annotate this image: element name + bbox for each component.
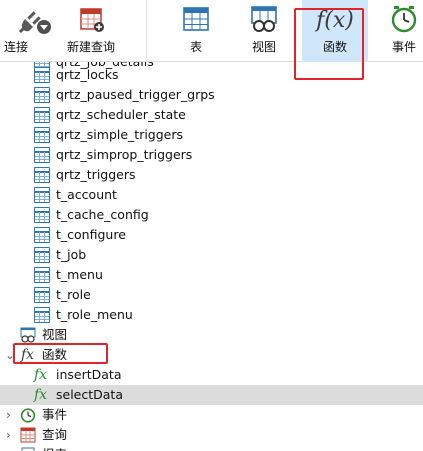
view-icon — [249, 4, 279, 37]
tree-table-item[interactable]: t_role — [0, 285, 423, 305]
connect-label: 连接 — [3, 40, 28, 54]
tree-group-functions[interactable]: ⌄ fx 函数 — [0, 345, 423, 365]
table-icon — [34, 127, 50, 143]
main-toolbar: 连接 新建查询 表 视图 f(x) 函数 事件 — [0, 0, 423, 62]
tree-group-label: 函数 — [42, 347, 68, 362]
tree-function-item[interactable]: fx selectData — [0, 385, 423, 405]
tree-item-label: qrtz_paused_trigger_grps — [56, 87, 215, 102]
tree-item-label: qrtz_simple_triggers — [56, 127, 184, 142]
tree-table-item[interactable]: t_menu — [0, 265, 423, 285]
view-label: 视图 — [251, 40, 276, 54]
tree-item-label: t_configure — [56, 227, 126, 242]
view-button[interactable]: 视图 — [234, 0, 294, 62]
tree-group-label: 视图 — [42, 327, 68, 342]
table-icon — [34, 307, 50, 323]
tree-function-item[interactable]: fx insertData — [0, 365, 423, 385]
function-button[interactable]: f(x) 函数 — [302, 0, 368, 62]
table-icon — [181, 4, 211, 37]
tree-item-label: qrtz_triggers — [56, 167, 136, 182]
chevron-down-icon[interactable]: ⌄ — [5, 345, 15, 365]
table-icon — [34, 147, 50, 163]
event-label: 事件 — [391, 40, 416, 54]
tree-item-label: qrtz_simprop_triggers — [56, 147, 193, 162]
table-icon — [34, 207, 50, 223]
tree-item-label: t_role_menu — [56, 307, 133, 322]
tree-item-label: t_job — [56, 247, 87, 262]
tree-group-queries[interactable]: › 查询 — [0, 425, 423, 445]
tree-group-label: 报表 — [42, 445, 67, 451]
chevron-right-icon[interactable]: › — [6, 425, 11, 445]
chevron-right-icon[interactable]: › — [6, 405, 11, 425]
function-icon: fx — [21, 347, 35, 363]
table-label: 表 — [189, 40, 202, 54]
new-query-label: 新建查询 — [66, 40, 115, 54]
new-query-button[interactable]: 新建查询 — [58, 0, 124, 62]
tree-table-item[interactable]: t_role_menu — [0, 305, 423, 325]
tree-table-item[interactable]: qrtz_scheduler_state — [0, 105, 423, 125]
tree-table-item[interactable]: t_job — [0, 245, 423, 265]
table-icon — [34, 247, 50, 263]
tree-table-item[interactable]: t_configure — [0, 225, 423, 245]
tree-group-label: 事件 — [42, 407, 68, 422]
tree-table-item[interactable]: qrtz_triggers — [0, 165, 423, 185]
tree-table-item[interactable]: qrtz_simprop_triggers — [0, 145, 423, 165]
tree-item-label: t_account — [56, 187, 117, 202]
function-icon: fx — [34, 387, 48, 403]
report-icon — [20, 447, 36, 451]
tree-group-label: 查询 — [42, 427, 68, 442]
event-clock-icon — [389, 4, 419, 37]
connect-button[interactable]: 连接 — [0, 0, 51, 62]
function-icon: f(x) — [316, 8, 354, 33]
table-icon — [34, 187, 50, 203]
tree-table-item[interactable]: t_account — [0, 185, 423, 205]
tree-item-label: t_menu — [56, 267, 103, 282]
tree-item-label: t_role — [56, 287, 91, 302]
table-icon — [34, 87, 50, 103]
tree-table-item[interactable]: qrtz_simple_triggers — [0, 125, 423, 145]
new-query-icon — [76, 4, 106, 37]
connect-dropdown-arrow-icon[interactable] — [37, 20, 51, 34]
table-icon — [34, 227, 50, 243]
toolbar-separator — [146, 0, 147, 62]
event-button[interactable]: 事件 — [376, 0, 423, 62]
tree-group-events[interactable]: › 事件 — [0, 405, 423, 425]
tree-table-item[interactable]: qrtz_paused_trigger_grps — [0, 85, 423, 105]
tree-item-label: t_cache_config — [56, 207, 149, 222]
chevron-right-icon[interactable]: › — [6, 445, 11, 451]
function-icon: fx — [34, 367, 48, 383]
tree-group-views[interactable]: 视图 — [0, 325, 423, 345]
tree-table-item[interactable]: qrtz_locks — [0, 65, 423, 85]
object-tree: qrtz_job_details qrtz_locks qrtz_paused_… — [0, 62, 423, 451]
table-icon — [34, 67, 50, 83]
tree-group-reports[interactable]: › 报表 — [0, 445, 423, 451]
table-icon — [34, 167, 50, 183]
table-icon — [34, 267, 50, 283]
tree-table-item[interactable]: t_cache_config — [0, 205, 423, 225]
function-label: 函数 — [322, 40, 347, 54]
tree-item-label: insertData — [56, 367, 122, 382]
tree-item-label: qrtz_scheduler_state — [56, 107, 186, 122]
table-icon — [34, 287, 50, 303]
table-button[interactable]: 表 — [166, 0, 226, 62]
table-icon — [34, 107, 50, 123]
tree-item-label: qrtz_locks — [56, 67, 119, 82]
tree-item-label: selectData — [56, 387, 123, 402]
